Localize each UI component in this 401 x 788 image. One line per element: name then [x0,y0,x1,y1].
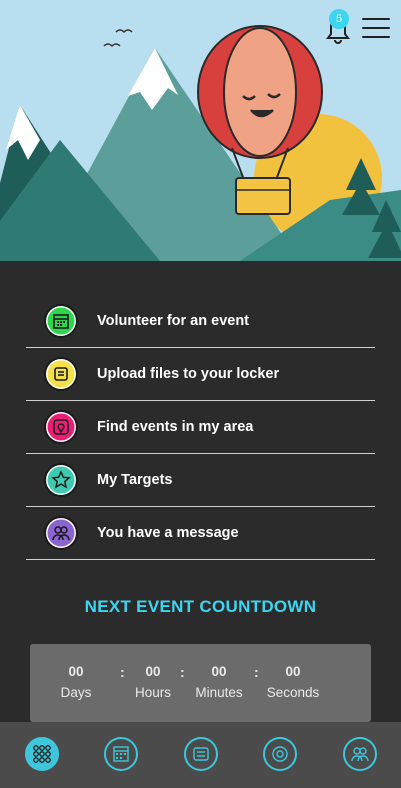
countdown-hours-value: 00 [145,664,161,679]
countdown-minutes-value: 00 [211,664,227,679]
document-icon [44,357,78,391]
countdown-separator: : [254,664,259,680]
countdown-minutes: 00 Minutes [189,664,249,700]
countdown-hours-label: Hours [134,685,171,700]
hamburger-menu-button[interactable] [362,18,390,40]
home-grid-icon [33,745,51,763]
calendar-icon [113,746,129,762]
bottom-tab-bar [0,722,401,788]
countdown-seconds-value: 00 [285,664,301,679]
countdown-panel: 00 Days : 00 Hours : 00 Minutes : 00 Sec… [30,644,371,722]
action-label: You have a message [97,525,239,541]
action-upload-files[interactable]: Upload files to your locker [26,348,375,401]
action-list: Volunteer for an event Upload files to y… [26,295,375,560]
menu-line [362,36,390,38]
countdown-seconds: 00 Seconds [260,664,326,700]
countdown-separator: : [180,664,185,680]
action-label: Find events in my area [97,419,254,435]
countdown-days: 00 Days [56,664,96,700]
action-label: Upload files to your locker [97,366,280,382]
action-my-targets[interactable]: My Targets [26,454,375,507]
action-volunteer-event[interactable]: Volunteer for an event [26,295,375,348]
tab-messages[interactable] [343,737,377,771]
countdown-title: NEXT EVENT COUNTDOWN [84,597,317,616]
star-icon [44,463,78,497]
action-label: My Targets [97,472,173,488]
countdown-minutes-label: Minutes [195,685,243,700]
tab-targets[interactable] [263,737,297,771]
people-icon [351,747,369,762]
notification-count-badge: 5 [329,9,349,29]
people-icon [44,516,78,550]
menu-line [362,27,390,29]
tab-documents[interactable] [184,737,218,771]
countdown-days-label: Days [60,685,92,700]
document-icon [193,747,209,761]
action-label: Volunteer for an event [97,313,250,329]
location-pin-icon [44,410,78,444]
action-find-events[interactable]: Find events in my area [26,401,375,454]
tab-home[interactable] [25,737,59,771]
target-icon [272,746,288,762]
countdown-days-value: 00 [68,664,84,679]
action-messages[interactable]: You have a message [26,507,375,560]
countdown-seconds-label: Seconds [266,685,320,700]
tab-calendar[interactable] [104,737,138,771]
countdown-separator: : [120,664,125,680]
countdown-hours: 00 Hours [128,664,178,700]
calendar-icon [44,304,78,338]
menu-line [362,18,390,20]
